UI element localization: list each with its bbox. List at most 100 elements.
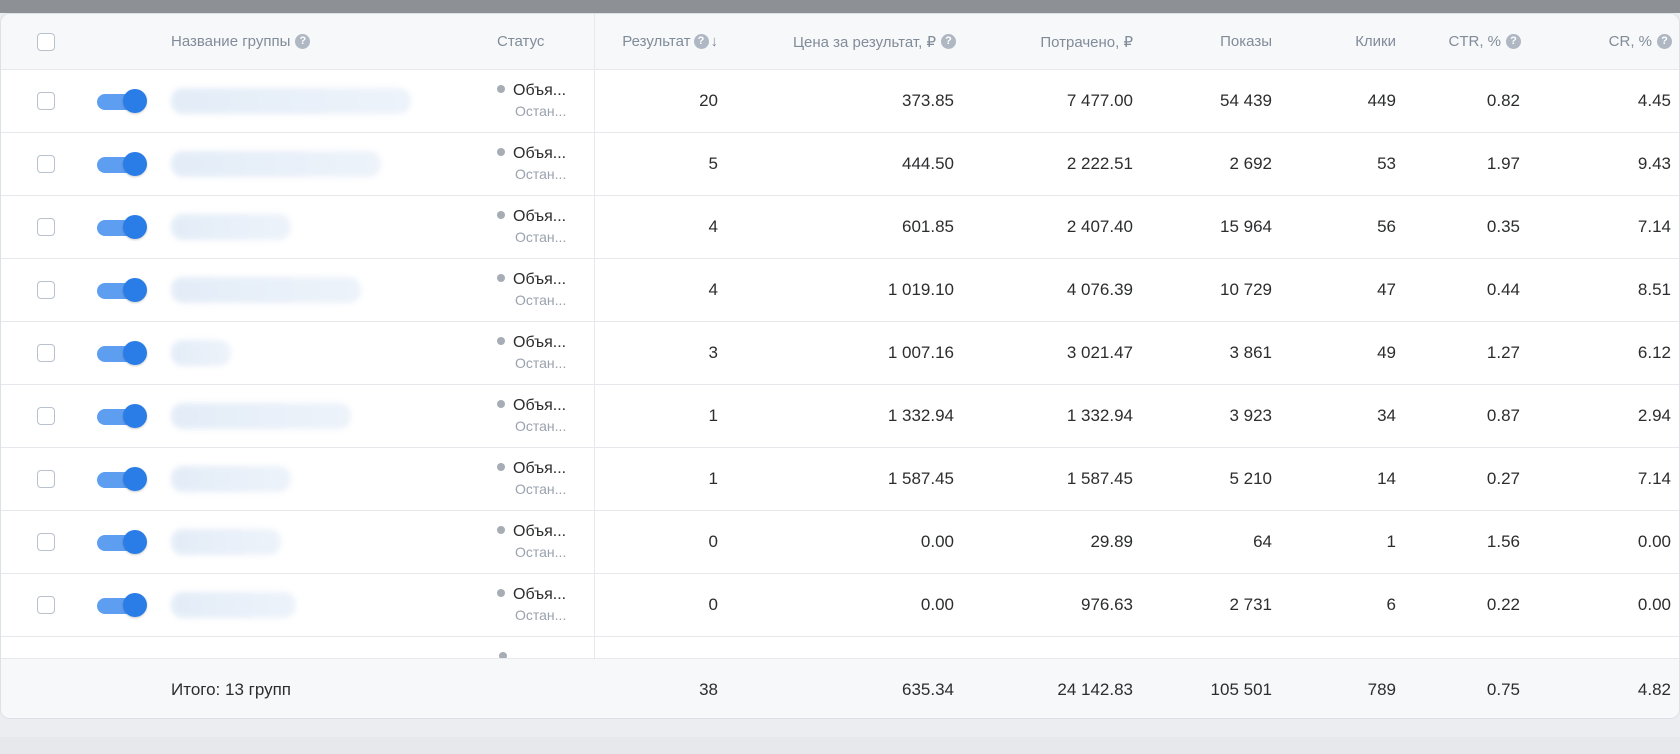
group-name-cell[interactable] (171, 574, 421, 636)
impressions-value: 2 692 (1229, 154, 1272, 173)
column-header-name[interactable]: Название группы ? (171, 14, 431, 69)
row-toggle-cell (97, 511, 157, 573)
row-checkbox[interactable] (37, 92, 55, 110)
help-icon[interactable]: ? (941, 34, 956, 49)
help-icon[interactable]: ? (295, 34, 311, 49)
price-value: 0.00 (920, 532, 954, 551)
group-name-redacted[interactable] (171, 466, 291, 492)
column-header-status[interactable]: Статус (497, 14, 587, 69)
price-value: 373.85 (902, 91, 954, 110)
group-name-redacted[interactable] (171, 277, 361, 303)
row-checkbox[interactable] (37, 533, 55, 551)
group-enabled-toggle[interactable] (97, 341, 147, 365)
column-header-price[interactable]: Цена за результат, ₽ ? (741, 14, 956, 69)
group-name-cell[interactable] (171, 196, 421, 258)
column-header-cr[interactable]: CR, % ? (1561, 14, 1672, 69)
total-clicks: 789 (1367, 679, 1396, 699)
help-icon[interactable]: ? (693, 34, 709, 49)
status-sub: Остан... (515, 355, 567, 371)
table-row[interactable]: Объя... Остан... 4 601.85 2 407.40 15 964… (1, 196, 1679, 259)
row-checkbox[interactable] (37, 470, 55, 488)
status-cell: Объя... Остан... (497, 322, 589, 384)
table-row[interactable]: Объя... Остан... 5 444.50 2 222.51 2 692 … (1, 133, 1679, 196)
group-name-cell[interactable] (171, 511, 421, 573)
group-name-cell[interactable] (171, 385, 421, 447)
group-enabled-toggle[interactable] (97, 278, 147, 302)
status-sub: Остан... (515, 292, 567, 308)
column-header-ctr[interactable]: CTR, % ? (1421, 14, 1521, 69)
group-name-redacted[interactable] (171, 529, 281, 555)
price-value: 1 019.10 (887, 280, 954, 299)
status-main: Объя... (497, 459, 566, 479)
table-row[interactable]: Объя... Остан... 1 1 332.94 1 332.94 3 92… (1, 385, 1679, 448)
table-row[interactable]: Объя... Остан... 20 373.85 7 477.00 54 43… (1, 70, 1679, 133)
group-name-redacted[interactable] (171, 151, 381, 177)
help-icon[interactable]: ? (1506, 34, 1521, 49)
column-header-result[interactable]: Результат ? ↓ (595, 14, 718, 69)
table-row[interactable]: Объя... Остан... 1 1 587.45 1 587.45 5 21… (1, 448, 1679, 511)
total-ctr: 0.75 (1486, 679, 1520, 699)
sort-descending-icon[interactable]: ↓ (711, 33, 719, 50)
group-name-redacted[interactable] (171, 340, 231, 366)
ctr-value: 0.27 (1486, 469, 1520, 488)
table-row[interactable]: Объя... Остан... 3 1 007.16 3 021.47 3 86… (1, 322, 1679, 385)
price-value: 601.85 (902, 217, 954, 236)
help-icon[interactable]: ? (1657, 34, 1672, 49)
status-sub: Остан... (515, 418, 567, 434)
table-header: Название группы ? Статус Результат ? ↓ Ц… (1, 14, 1679, 70)
group-enabled-toggle[interactable] (97, 215, 147, 239)
status-dot-icon (497, 85, 505, 93)
column-header-spent[interactable]: Потрачено, ₽ (981, 14, 1133, 69)
column-header-price-label: Цена за результат, ₽ (792, 33, 936, 51)
group-enabled-toggle[interactable] (97, 152, 147, 176)
group-enabled-toggle[interactable] (97, 530, 147, 554)
result-value: 5 (708, 154, 718, 173)
group-enabled-toggle[interactable] (97, 89, 147, 113)
row-checkbox[interactable] (37, 344, 55, 362)
group-name-cell[interactable] (171, 448, 421, 510)
clicks-value: 49 (1377, 343, 1396, 362)
table-row[interactable]: Объя... Остан... 0 0.00 976.63 2 731 6 0.… (1, 574, 1679, 637)
cr-value: 8.51 (1637, 280, 1671, 299)
ctr-value: 0.22 (1486, 595, 1520, 614)
row-checkbox[interactable] (37, 407, 55, 425)
clicks-value: 56 (1377, 217, 1396, 236)
group-enabled-toggle[interactable] (97, 404, 147, 428)
group-name-cell[interactable] (171, 259, 421, 321)
row-checkbox[interactable] (37, 155, 55, 173)
select-all-checkbox[interactable] (37, 32, 55, 51)
status-main: Объя... (497, 81, 566, 101)
table-row[interactable]: Объя... Остан... 4 1 019.10 4 076.39 10 7… (1, 259, 1679, 322)
group-name-redacted[interactable] (171, 403, 351, 429)
group-enabled-toggle[interactable] (97, 467, 147, 491)
group-name-cell[interactable] (171, 70, 421, 132)
ctr-value: 0.82 (1486, 91, 1520, 110)
row-checkbox[interactable] (37, 596, 55, 614)
group-name-cell[interactable] (171, 133, 421, 195)
table-row[interactable]: Объя... Остан... 0 0.00 29.89 64 1 1.56 0… (1, 511, 1679, 574)
status-cell: Объя... Остан... (497, 259, 589, 321)
group-name-cell[interactable] (171, 322, 421, 384)
spent-value: 7 477.00 (1066, 91, 1133, 110)
group-name-redacted[interactable] (171, 88, 411, 114)
row-select-cell (37, 574, 61, 636)
group-name-redacted[interactable] (171, 592, 296, 618)
status-cell: Объя... Остан... (497, 196, 589, 258)
column-header-clicks[interactable]: Клики (1291, 14, 1396, 69)
impressions-value: 10 729 (1220, 280, 1272, 299)
spent-value: 1 587.45 (1066, 469, 1133, 488)
price-value: 1 332.94 (887, 406, 954, 425)
status-cell: Объя... Остан... (497, 133, 589, 195)
totals-row: Итого: 13 групп 38 635.34 24 142.83 105 … (1, 658, 1679, 718)
status-sub: Остан... (515, 544, 567, 560)
group-enabled-toggle[interactable] (97, 593, 147, 617)
column-header-impressions[interactable]: Показы (1151, 14, 1272, 69)
table-row-partial (1, 644, 1679, 658)
column-header-impressions-label: Показы (1220, 33, 1272, 50)
row-checkbox[interactable] (37, 218, 55, 236)
total-impressions: 105 501 (1210, 679, 1272, 699)
row-checkbox[interactable] (37, 281, 55, 299)
row-toggle-cell (97, 70, 157, 132)
group-name-redacted[interactable] (171, 214, 291, 240)
status-dot-icon (497, 274, 505, 282)
